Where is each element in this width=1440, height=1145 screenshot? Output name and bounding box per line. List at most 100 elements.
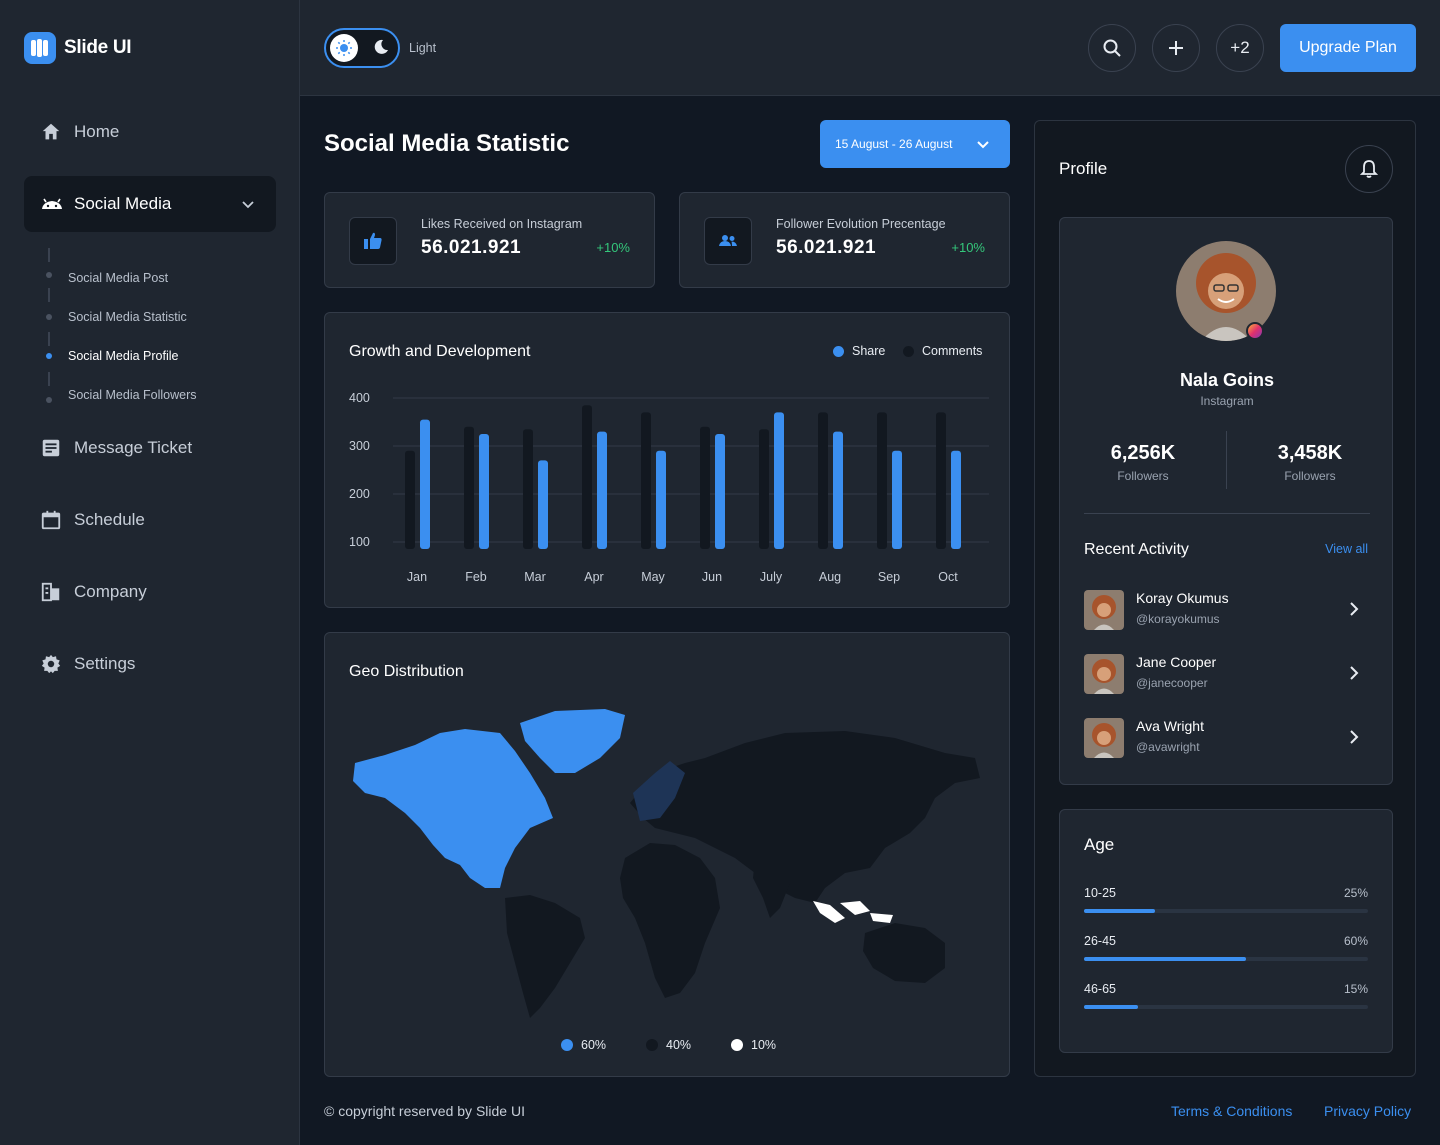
sidebar-item-social-media[interactable]: Social Media xyxy=(24,176,276,232)
sidebar-item-label: Company xyxy=(74,582,147,601)
bar-share[interactable] xyxy=(774,412,784,549)
android-icon xyxy=(42,198,62,209)
activity-item[interactable]: Jane Cooper @janecooper xyxy=(1084,652,1368,696)
y-tick-label: 400 xyxy=(349,391,370,405)
chevron-down-icon xyxy=(977,141,989,149)
sidebar-item-schedule[interactable]: Schedule xyxy=(40,509,145,531)
sidebar-item-settings[interactable]: Settings xyxy=(40,653,135,675)
x-tick-label: Apr xyxy=(584,570,603,584)
search-icon xyxy=(1103,39,1121,57)
moon-icon xyxy=(374,39,388,54)
legend-dot xyxy=(646,1039,658,1051)
bar-share[interactable] xyxy=(597,431,607,549)
date-range-label: 15 August - 26 August xyxy=(835,137,953,151)
activity-name: Jane Cooper xyxy=(1136,654,1217,670)
bar-comments[interactable] xyxy=(759,429,769,549)
activity-handle: @avawright xyxy=(1136,740,1200,754)
bell-icon xyxy=(1360,160,1378,178)
bar-share[interactable] xyxy=(892,450,902,549)
copyright-icon: © xyxy=(324,1103,335,1119)
x-tick-label: Jun xyxy=(702,570,722,584)
logo[interactable]: Slide UI xyxy=(24,32,132,64)
terms-link[interactable]: Terms & Conditions xyxy=(1171,1103,1292,1119)
map-dark-regions xyxy=(505,731,980,1018)
activity-item[interactable]: Ava Wright @avawright xyxy=(1084,716,1368,760)
activity-handle: @janecooper xyxy=(1136,676,1208,690)
x-tick-label: Feb xyxy=(465,570,487,584)
followers-stat-card: Follower Evolution Precentage 56.021.921… xyxy=(679,192,1010,288)
likes-stat-card: Likes Received on Instagram 56.021.921 +… xyxy=(324,192,655,288)
stat-change: +10% xyxy=(951,240,985,255)
stat-followers-value: 3,458K xyxy=(1277,442,1343,464)
subnav-social-media-statistic[interactable]: Social Media Statistic xyxy=(68,310,187,324)
age-percent: 60% xyxy=(1343,934,1368,948)
add-button[interactable] xyxy=(1152,24,1200,72)
x-tick-label: Jan xyxy=(407,570,427,584)
subnav-social-media-followers[interactable]: Social Media Followers xyxy=(68,388,197,402)
theme-toggle[interactable] xyxy=(324,28,400,68)
bar-comments[interactable] xyxy=(936,412,946,549)
age-bar-fill xyxy=(1084,957,1246,961)
growth-bar-chart: 400 300 200 100 Jan Feb Mar Apr May Jun July Aug Sep… xyxy=(349,391,989,584)
topbar: Light +2 Upgrade Plan xyxy=(300,0,1440,96)
stat-followers-value: 6,256K xyxy=(1110,442,1176,464)
legend-label: 40% xyxy=(666,1038,692,1052)
bar-share[interactable] xyxy=(715,434,725,549)
chevron-right-icon[interactable] xyxy=(1346,664,1362,682)
bar-comments[interactable] xyxy=(582,405,592,549)
x-tick-label: May xyxy=(641,570,665,584)
search-button[interactable] xyxy=(1088,24,1136,72)
sidebar-item-label: Home xyxy=(74,122,120,141)
age-bar-track xyxy=(1084,909,1368,913)
geo-card: Geo Distribution 60% 40% 10% xyxy=(324,632,1010,1077)
age-title: Age xyxy=(1084,835,1115,854)
map-south-america xyxy=(505,895,585,1018)
chevron-right-icon[interactable] xyxy=(1346,600,1362,618)
bar-comments[interactable] xyxy=(641,412,651,549)
more-users-button[interactable]: +2 xyxy=(1216,24,1264,72)
age-percent: 25% xyxy=(1343,886,1368,900)
view-all-link[interactable]: View all xyxy=(1325,542,1368,556)
bar-comments[interactable] xyxy=(700,426,710,549)
geo-legend-40: 40% xyxy=(646,1038,691,1052)
bar-comments[interactable] xyxy=(523,429,533,549)
subnav-social-media-post[interactable]: Social Media Post xyxy=(68,271,168,285)
subnav-social-media-profile[interactable]: Social Media Profile xyxy=(68,349,178,363)
sidebar-item-label: Schedule xyxy=(74,510,145,529)
plus-icon xyxy=(1169,41,1183,55)
age-range: 26-45 xyxy=(1084,934,1116,948)
chevron-down-icon[interactable] xyxy=(240,196,256,212)
subnav-dot-active xyxy=(46,353,52,359)
building-icon xyxy=(41,582,60,602)
sidebar-item-home[interactable]: Home xyxy=(40,121,119,143)
y-tick-label: 300 xyxy=(349,439,370,453)
stat-followers-label: Followers xyxy=(1284,469,1336,483)
stat-followers-label: Followers xyxy=(1117,469,1169,483)
bar-share[interactable] xyxy=(951,450,961,549)
bar-comments[interactable] xyxy=(405,450,415,549)
privacy-link[interactable]: Privacy Policy xyxy=(1324,1103,1411,1119)
subnav-line xyxy=(48,332,50,346)
bar-share[interactable] xyxy=(420,419,430,549)
age-bar-track xyxy=(1084,1005,1368,1009)
bar-comments[interactable] xyxy=(464,426,474,549)
date-range-dropdown[interactable]: 15 August - 26 August xyxy=(820,120,1010,168)
bar-share[interactable] xyxy=(656,450,666,549)
chevron-right-icon[interactable] xyxy=(1346,728,1362,746)
users-icon xyxy=(704,217,752,265)
upgrade-plan-button[interactable]: Upgrade Plan xyxy=(1280,24,1416,72)
notification-button[interactable] xyxy=(1345,145,1393,193)
bar-share[interactable] xyxy=(538,460,548,549)
stat-label: Follower Evolution Precentage xyxy=(776,217,946,231)
bar-comments[interactable] xyxy=(818,412,828,549)
bar-comments[interactable] xyxy=(877,412,887,549)
activity-item[interactable]: Koray Okumus @korayokumus xyxy=(1084,588,1368,632)
sidebar-item-company[interactable]: Company xyxy=(40,581,147,603)
brand-name: Slide UI xyxy=(64,37,132,58)
bar-share[interactable] xyxy=(833,431,843,549)
sidebar-item-message-ticket[interactable]: Message Ticket xyxy=(40,437,192,459)
bar-share[interactable] xyxy=(479,434,489,549)
logo-icon xyxy=(24,32,56,64)
activity-avatar xyxy=(1084,718,1124,758)
profile-title: Profile xyxy=(1059,159,1108,178)
